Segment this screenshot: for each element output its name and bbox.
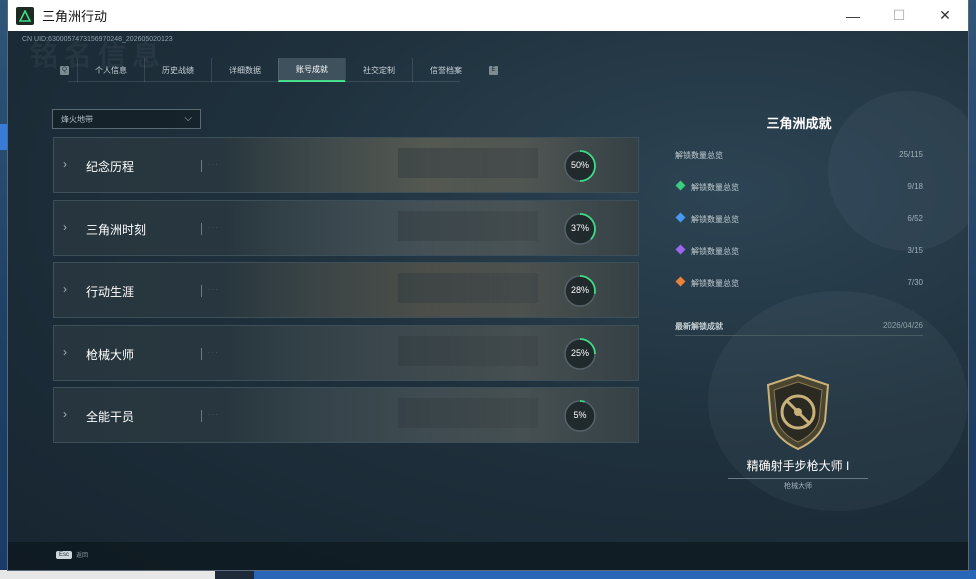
mode-dropdown-value: 烽火地带 xyxy=(61,114,93,124)
divider xyxy=(201,222,202,235)
achievement-category: 枪械大师 xyxy=(784,483,812,490)
user-id-label: CN UID:6300057473156970248_202605020123 xyxy=(22,36,173,43)
decor-dots: · · · xyxy=(208,412,218,418)
latest-unlock-header: 最新解锁成就 2026/04/26 xyxy=(675,318,923,336)
progress-ring: 25% xyxy=(562,336,598,372)
app-window: 三角洲行动 — ☐ ✕ 铭名信息 CN UID:6300057473156970… xyxy=(8,0,968,570)
window-title: 三角洲行动 xyxy=(42,9,108,24)
chevron-right-icon: › xyxy=(63,344,67,359)
panel-title: 三角洲成就 xyxy=(766,116,832,131)
esc-key-icon: Esc xyxy=(56,550,73,559)
summary-total-row: 解锁数量总览 25/115 xyxy=(675,148,923,180)
tab-social[interactable]: 社交定制 xyxy=(345,58,412,82)
desktop-edge xyxy=(0,124,8,150)
category-icon xyxy=(675,212,686,223)
summary-row-value: 6/52 xyxy=(907,214,923,223)
summary-total-value: 25/115 xyxy=(899,150,923,159)
decor-dots: · · · xyxy=(208,287,218,293)
decor-dots: · · · xyxy=(208,224,218,231)
achievement-category-row[interactable]: › 行动生涯 · · · 28% xyxy=(53,262,639,318)
chevron-right-icon: › xyxy=(63,219,67,234)
tab-divider xyxy=(68,81,460,82)
mode-dropdown[interactable]: 烽火地带 ⌵ xyxy=(52,109,201,129)
progress-percent: 37% xyxy=(570,222,589,233)
tab-history[interactable]: 历史战绩 xyxy=(144,58,211,82)
decor-dots: · · · xyxy=(208,349,218,356)
minimize-button[interactable]: — xyxy=(830,0,876,31)
category-name: 枪械大师 xyxy=(86,347,135,362)
app-logo-icon xyxy=(16,6,34,25)
tab-achievements[interactable]: 账号成就 xyxy=(278,58,345,82)
progress-ring: 5% xyxy=(562,398,598,434)
tab-next-icon[interactable]: E xyxy=(489,65,498,75)
back-button[interactable]: Esc 返回 xyxy=(56,550,88,559)
latest-unlock-date: 2026/04/26 xyxy=(882,321,923,330)
tab-bar: Q 个人信息 历史战绩 详细数据 账号成就 社交定制 信誉档案 E xyxy=(52,58,506,82)
maximize-icon: ☐ xyxy=(892,7,906,23)
divider xyxy=(201,347,202,360)
progress-percent: 5% xyxy=(573,410,587,420)
summary-row-value: 9/18 xyxy=(907,182,923,191)
category-name: 纪念历程 xyxy=(86,160,135,174)
summary-row-value: 3/15 xyxy=(907,246,923,255)
divider xyxy=(201,410,202,422)
achievement-category-row[interactable]: › 枪械大师 · · · 25% xyxy=(53,324,639,381)
summary-row-label: 解锁数量总览 xyxy=(691,247,739,256)
close-button[interactable]: ✕ xyxy=(922,0,968,31)
decor-dots: · · · xyxy=(208,162,218,168)
taskbar-tray xyxy=(254,570,976,579)
category-icon xyxy=(675,244,686,255)
maximize-button[interactable]: ☐ xyxy=(876,0,922,31)
achievement-category-row[interactable]: › 三角洲时刻 · · · 37% xyxy=(53,199,639,256)
taskbar-search[interactable] xyxy=(0,570,215,579)
achievement-name: 精确射手步枪大师 I xyxy=(728,457,868,479)
chevron-right-icon: › xyxy=(63,157,67,171)
achievement-badge-icon[interactable] xyxy=(765,373,831,451)
summary-row: 解锁数量总览 6/52 xyxy=(675,212,923,244)
chevron-down-icon: ⌵ xyxy=(184,113,192,124)
progress-percent: 50% xyxy=(570,160,589,170)
close-icon: ✕ xyxy=(939,7,951,23)
main-content: 铭名信息 CN UID:6300057473156970248_20260502… xyxy=(8,31,968,570)
latest-unlock-label: 最新解锁成就 xyxy=(675,322,723,331)
summary-total-label: 解锁数量总览 xyxy=(675,151,723,160)
category-name: 全能干员 xyxy=(86,410,135,424)
chevron-right-icon: › xyxy=(63,407,67,421)
tab-prev-icon[interactable]: Q xyxy=(60,65,69,75)
divider xyxy=(201,160,202,172)
category-name: 三角洲时刻 xyxy=(86,222,147,237)
chevron-right-icon: › xyxy=(63,282,67,296)
achievement-category-row[interactable]: › 纪念历程 · · · 50% xyxy=(53,137,639,193)
title-bar: 三角洲行动 — ☐ ✕ xyxy=(8,0,968,31)
summary-row-label: 解锁数量总览 xyxy=(691,279,739,288)
summary-row-label: 解锁数量总览 xyxy=(691,183,739,192)
taskbar xyxy=(0,570,976,579)
summary-row-value: 7/30 xyxy=(907,278,923,287)
tab-reputation[interactable]: 信誉档案 xyxy=(412,58,479,82)
progress-ring: 50% xyxy=(562,148,598,184)
tab-details[interactable]: 详细数据 xyxy=(211,58,278,82)
tab-personal-info[interactable]: 个人信息 xyxy=(77,58,144,82)
progress-percent: 28% xyxy=(570,285,589,295)
achievement-summary-panel: 三角洲成就 解锁数量总览 25/115 解锁数量总览 9/18 解锁数量总览 6/52… xyxy=(675,113,923,308)
summary-row-label: 解锁数量总览 xyxy=(691,215,739,224)
summary-row: 解锁数量总览 3/15 xyxy=(675,244,923,276)
summary-row: 解锁数量总览 9/18 xyxy=(675,180,923,212)
bottom-bar: Esc 返回 xyxy=(8,542,968,570)
progress-ring: 28% xyxy=(562,273,598,309)
summary-row: 解锁数量总览 7/30 xyxy=(675,276,923,308)
category-name: 行动生涯 xyxy=(86,285,135,299)
progress-ring: 37% xyxy=(562,211,598,247)
category-icon xyxy=(675,180,686,191)
back-label: 返回 xyxy=(76,553,89,559)
category-icon xyxy=(675,276,686,287)
divider xyxy=(201,285,202,297)
progress-percent: 25% xyxy=(570,347,589,358)
minimize-icon: — xyxy=(846,7,860,24)
achievement-category-row[interactable]: › 全能干员 · · · 5% xyxy=(53,387,639,443)
